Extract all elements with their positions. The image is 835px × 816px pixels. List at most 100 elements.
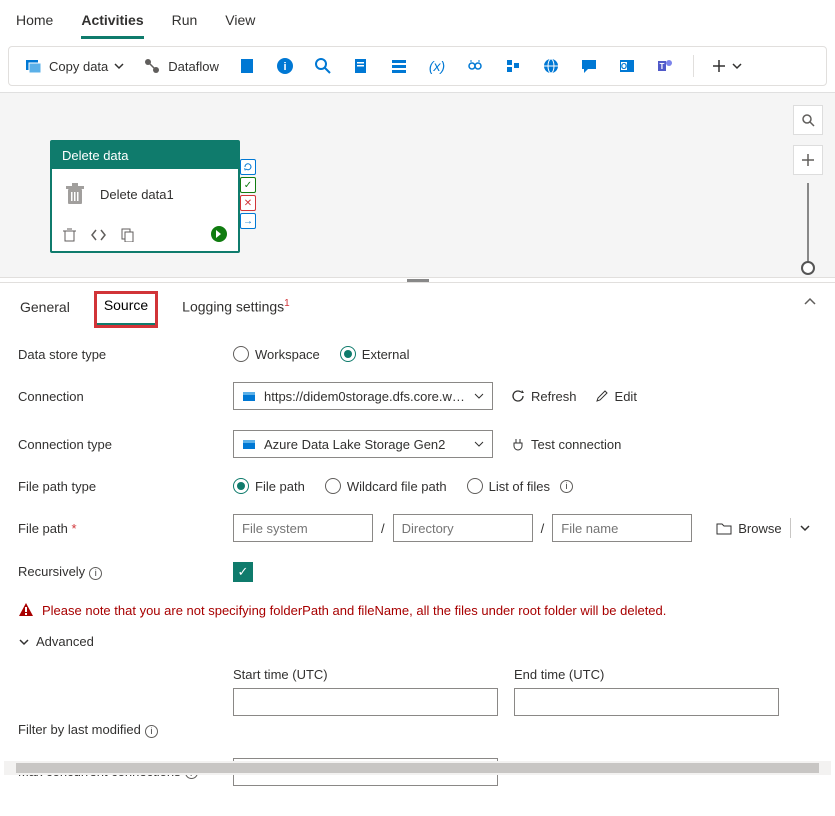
radio-workspace[interactable]: Workspace — [233, 346, 320, 362]
storage-icon — [242, 389, 256, 403]
radio-external[interactable]: External — [340, 346, 410, 362]
storage-icon — [242, 437, 256, 451]
copy-data-label: Copy data — [49, 59, 108, 74]
copy-data-icon — [23, 56, 43, 76]
canvas-add-button[interactable] — [793, 145, 823, 175]
connector-loop-icon[interactable] — [240, 159, 256, 175]
connector-fail-icon[interactable]: ✕ — [240, 195, 256, 211]
dataflow-button[interactable]: Dataflow — [142, 56, 219, 76]
recursively-label: Recursivelyi — [18, 564, 233, 580]
folder-icon — [716, 521, 732, 535]
connection-select[interactable]: https://didem0storage.dfs.core.wind... — [233, 382, 493, 410]
connector-handles: ✓ ✕ → — [240, 159, 256, 229]
panel-tab-logging[interactable]: Logging settings1 — [180, 294, 292, 325]
refresh-button[interactable]: Refresh — [511, 389, 577, 404]
chevron-down-icon — [732, 61, 742, 71]
info-icon[interactable]: i — [275, 56, 295, 76]
advanced-toggle[interactable]: Advanced — [18, 634, 817, 649]
dataflow-label: Dataflow — [168, 59, 219, 74]
pencil-icon — [595, 389, 609, 403]
card-copy-icon[interactable] — [120, 227, 135, 242]
file-system-input[interactable] — [233, 514, 373, 542]
connection-type-select[interactable]: Azure Data Lake Storage Gen2 — [233, 430, 493, 458]
chevron-down-icon — [474, 391, 484, 401]
chevron-down-icon — [18, 636, 30, 648]
connector-completion-icon[interactable]: → — [240, 213, 256, 229]
svg-text:T: T — [659, 62, 664, 71]
info-icon[interactable]: i — [89, 567, 102, 580]
file-path-type-label: File path type — [18, 479, 233, 494]
info-icon[interactable]: i — [145, 725, 158, 738]
recursively-checkbox[interactable]: ✓ — [233, 562, 253, 582]
connector-success-icon[interactable]: ✓ — [240, 177, 256, 193]
panel-tab-source[interactable]: Source — [96, 293, 156, 326]
plus-icon — [712, 59, 726, 73]
radio-wildcard[interactable]: Wildcard file path — [325, 478, 447, 494]
card-code-icon[interactable] — [91, 227, 106, 242]
directory-input[interactable] — [393, 514, 533, 542]
collapse-panel-icon[interactable] — [803, 295, 817, 309]
info-icon[interactable]: i — [560, 480, 573, 493]
activity-card[interactable]: Delete data Delete data1 — [50, 140, 240, 253]
edit-button[interactable]: Edit — [595, 389, 637, 404]
toolbar-divider — [693, 55, 694, 77]
add-button[interactable] — [712, 59, 742, 73]
file-name-input[interactable] — [552, 514, 692, 542]
tab-activities[interactable]: Activities — [81, 8, 143, 39]
card-header: Delete data — [52, 142, 238, 169]
tab-home[interactable]: Home — [16, 8, 53, 39]
variable-icon[interactable]: (x) — [427, 56, 447, 76]
end-time-input[interactable] — [514, 688, 779, 716]
radio-list-files[interactable]: List of filesi — [467, 478, 573, 494]
canvas-search-button[interactable] — [793, 105, 823, 135]
outlook-icon[interactable]: O — [617, 56, 637, 76]
chevron-down-icon[interactable] — [799, 522, 811, 534]
card-next-icon[interactable] — [210, 225, 228, 243]
copy-data-button[interactable]: Copy data — [23, 56, 124, 76]
start-time-input[interactable] — [233, 688, 498, 716]
top-tabs: Home Activities Run View — [0, 0, 835, 40]
svg-text:O: O — [621, 62, 627, 71]
chat-icon[interactable] — [579, 56, 599, 76]
search-icon[interactable] — [313, 56, 333, 76]
start-time-label: Start time (UTC) — [233, 667, 498, 682]
notebook-icon[interactable] — [237, 56, 257, 76]
connection-type-value: Azure Data Lake Storage Gen2 — [264, 437, 445, 452]
web-link-icon[interactable] — [465, 56, 485, 76]
data-store-type-label: Data store type — [18, 347, 233, 362]
tab-view[interactable]: View — [225, 8, 255, 39]
toolbar: Copy data Dataflow i (x) O T — [8, 46, 827, 86]
canvas[interactable]: Delete data Delete data1 ✓ ✕ → — [0, 92, 835, 277]
teams-icon[interactable]: T — [655, 56, 675, 76]
zoom-slider[interactable] — [807, 183, 809, 269]
connection-type-label: Connection type — [18, 437, 233, 452]
filter-modified-label: Filter by last modifiedi — [18, 722, 233, 738]
connection-label: Connection — [18, 389, 233, 404]
tab-run[interactable]: Run — [172, 8, 198, 39]
test-connection-button[interactable]: Test connection — [511, 437, 621, 452]
radio-file-path[interactable]: File path — [233, 478, 305, 494]
end-time-label: End time (UTC) — [514, 667, 779, 682]
logging-label: Logging settings — [182, 299, 284, 315]
warning-text: Please note that you are not specifying … — [42, 603, 666, 618]
chevron-down-icon — [474, 439, 484, 449]
panel-tabs: General Source Logging settings1 — [0, 283, 835, 326]
warning-banner: Please note that you are not specifying … — [18, 602, 817, 618]
trash-icon — [62, 181, 88, 207]
file-path-label: File path * — [18, 521, 233, 536]
chevron-down-icon — [114, 61, 124, 71]
connection-value: https://didem0storage.dfs.core.wind... — [264, 389, 466, 404]
horizontal-scrollbar[interactable] — [4, 761, 831, 775]
list-icon[interactable] — [389, 56, 409, 76]
align-icon[interactable] — [503, 56, 523, 76]
plug-icon — [511, 437, 525, 451]
panel-tab-general[interactable]: General — [18, 295, 72, 325]
globe-icon[interactable] — [541, 56, 561, 76]
card-delete-icon[interactable] — [62, 227, 77, 242]
card-name: Delete data1 — [100, 187, 174, 202]
script-icon[interactable] — [351, 56, 371, 76]
source-form: Data store type Workspace External Conne… — [0, 326, 835, 816]
dataflow-icon — [142, 56, 162, 76]
browse-button[interactable]: Browse — [716, 521, 781, 536]
svg-text:i: i — [283, 61, 286, 73]
